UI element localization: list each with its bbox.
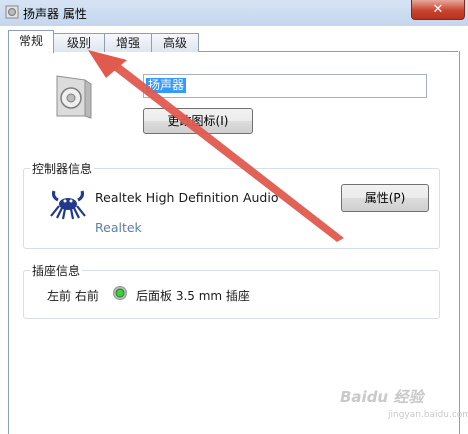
change-icon-label: 更改图标(I): [167, 114, 229, 128]
window-title: 扬声器 属性: [23, 7, 87, 21]
tab-enhancements-label: 增强: [115, 36, 140, 50]
tab-advanced-label: 高级: [162, 36, 187, 50]
tab-enhancements[interactable]: 增强: [104, 33, 152, 52]
tab-levels-label: 级别: [66, 36, 91, 50]
controller-properties-button[interactable]: 属性(P): [341, 184, 429, 212]
controller-info-title: 控制器信息: [30, 160, 95, 177]
jack-info-title: 插座信息: [30, 262, 83, 279]
green-jack-icon: [113, 286, 127, 300]
controller-properties-label: 属性(P): [364, 191, 406, 205]
controller-name: Realtek High Definition Audio: [95, 190, 279, 205]
jack-location-label: 后面板 3.5 mm 插座: [136, 289, 250, 303]
watermark-subtext: jingyan.baidu.com: [388, 410, 468, 420]
tab-general-label: 常规: [18, 34, 43, 48]
jack-channels-label: 左前 右前: [47, 289, 99, 303]
speaker-window-icon: [5, 5, 19, 19]
tab-advanced[interactable]: 高级: [151, 33, 199, 52]
controller-vendor: Realtek: [95, 220, 142, 235]
device-name-input[interactable]: 扬声器: [143, 74, 427, 98]
change-icon-button[interactable]: 更改图标(I): [143, 108, 253, 134]
title-bar: 扬声器 属性 ✕: [0, 0, 468, 27]
watermark-text: Baidu 经验: [340, 388, 424, 406]
close-button[interactable]: ✕: [411, 0, 465, 20]
tab-general[interactable]: 常规: [8, 30, 54, 53]
tab-levels[interactable]: 级别: [53, 33, 105, 52]
realtek-crab-logo-icon: [50, 190, 86, 220]
speaker-device-icon: [56, 75, 92, 119]
device-name-value: 扬声器: [146, 78, 187, 93]
close-icon: ✕: [432, 2, 444, 17]
